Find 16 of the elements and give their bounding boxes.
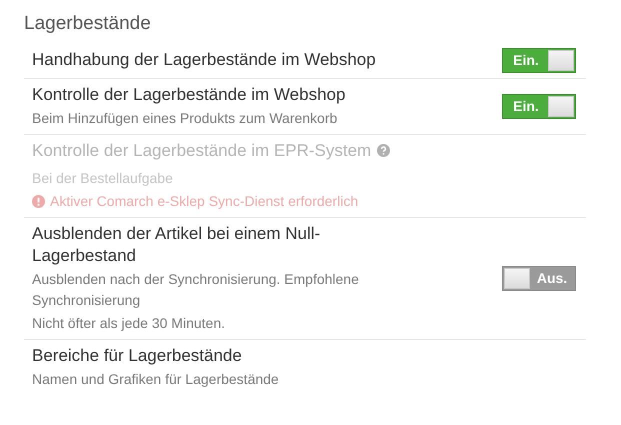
setting-description: Ausblenden nach der Synchronisierung. Empfohlene Synchronisierung (32, 270, 360, 310)
setting-description: Nicht öfter als jede 30 Minuten. (32, 314, 226, 333)
toggle-switch[interactable]: Ein. (502, 48, 576, 72)
warning-text: Aktiver Comarch e-Sklep Sync-Dienst erforderlich (50, 192, 358, 211)
setting-description: Namen und Grafiken für Lagerbestände (32, 370, 280, 389)
setting-title: Handhabung der Lagerbestände im Webshop (32, 49, 376, 71)
warning-icon (32, 194, 45, 208)
setting-title: Bereiche für Lagerbestände (32, 344, 242, 366)
section-heading: Lagerbestände (24, 12, 152, 36)
setting-title: Kontrolle der Lagerbestände im Webshop (32, 84, 346, 106)
setting-description: Bei der Bestellaufgabe (32, 168, 174, 188)
toggle-switch[interactable]: Aus. (502, 266, 576, 290)
setting-description: Beim Hinzufügen eines Produkts zum Warenkorb (32, 108, 338, 128)
toggle-switch[interactable]: Ein. (502, 94, 576, 118)
setting-title: Ausblenden der Artikel bei einem Null-Lagerbestand (32, 222, 322, 266)
setting-title: Kontrolle der Lagerbestände im EPR-System (32, 140, 372, 162)
